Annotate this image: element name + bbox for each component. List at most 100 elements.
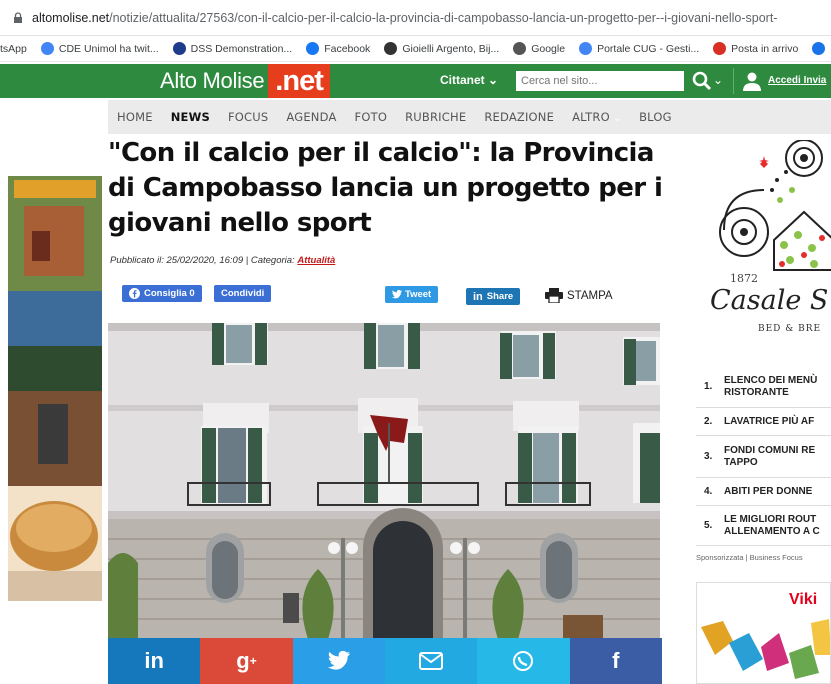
bookmark-label: Portale CUG - Gesti...	[597, 42, 700, 55]
email-share-icon[interactable]	[384, 638, 478, 684]
cittanet-menu[interactable]: Cittanet ⌄	[440, 73, 498, 87]
like-label: Consiglia	[144, 288, 187, 299]
nav-item-blog[interactable]: BLOG	[630, 100, 681, 134]
nav-item-redazione[interactable]: REDAZIONE	[475, 100, 563, 134]
logo-suffix: .net	[268, 64, 330, 98]
list-item-number: 1.	[704, 381, 713, 392]
bookmark-item[interactable]: Gioielli Argento, Bij...	[384, 42, 499, 55]
print-button[interactable]: STAMPA	[545, 288, 613, 303]
bookmark-item[interactable]: Posta in arrivo	[713, 42, 798, 55]
article-meta: Pubblicato il: 25/02/2020, 16:09 | Categ…	[110, 255, 335, 266]
facebook-like-button[interactable]: Consiglia 0	[122, 285, 202, 302]
nav-item-altro[interactable]: ALTRO	[563, 100, 619, 134]
list-item-number: 3.	[704, 451, 713, 462]
list-item-number: 5.	[704, 520, 713, 531]
nav-item-news[interactable]: NEWS	[162, 100, 219, 134]
list-item-line: ABITI PER DONNE	[724, 485, 813, 497]
ad-subtitle: BED & BRE	[758, 324, 822, 334]
list-item-label: FONDI COMUNI RE TAPPO	[724, 445, 815, 469]
bookmark-item[interactable]: Re	[812, 42, 831, 55]
like-count: 0	[189, 288, 195, 299]
left-ad-banner[interactable]	[8, 176, 102, 601]
facebook-share-button[interactable]: Condividi	[214, 285, 272, 302]
bookmark-label: Posta in arrivo	[731, 42, 799, 55]
sponsored-list: 1. ELENCO DEI MENÙ RISTORANTE 2. LAVATRICE P…	[696, 366, 831, 546]
search-icon[interactable]	[690, 70, 714, 92]
site-header: Alto Molise .net Cittanet ⌄ ⌄ Accedi Inv…	[0, 64, 831, 98]
twitter-icon	[392, 290, 402, 299]
bookmark-item[interactable]: tsApp	[0, 43, 27, 55]
list-item-label: ELENCO DEI MENÙ RISTORANTE	[724, 375, 817, 399]
article-photo[interactable]	[108, 323, 660, 639]
site-logo[interactable]: Alto Molise .net	[160, 64, 330, 98]
google-icon	[579, 42, 593, 55]
list-item-line: LE MIGLIORI ROUT	[724, 513, 817, 525]
tweet-label: Tweet	[405, 289, 432, 300]
whatsapp-share-icon[interactable]	[477, 638, 570, 684]
linkedin-icon: in	[473, 290, 483, 303]
bookmark-item[interactable]: DSS Demonstration...	[172, 42, 293, 55]
bookmark-label: Facebook	[324, 42, 371, 55]
linkedin-share-button[interactable]: in Share	[466, 288, 521, 305]
bookmark-label: DSS Demonstration...	[190, 42, 293, 55]
list-item[interactable]: 1. ELENCO DEI MENÙ RISTORANTE	[696, 366, 831, 408]
list-item-line: ALLENAMENTO A C	[724, 525, 820, 537]
list-item[interactable]: 3. FONDI COMUNI RE TAPPO	[696, 436, 831, 478]
tweet-button[interactable]: Tweet	[385, 286, 439, 303]
list-item-number: 2.	[704, 416, 713, 427]
bottom-ad-banner[interactable]: Viki	[696, 582, 831, 684]
bookmark-item[interactable]: Google	[513, 42, 565, 55]
nav-item-home[interactable]: HOME	[108, 100, 162, 134]
list-item-line: LAVATRICE PIÙ AF	[724, 415, 815, 427]
cittanet-label: Cittanet	[440, 73, 485, 87]
lock-icon	[14, 11, 22, 23]
twitter-share-icon[interactable]	[292, 638, 385, 684]
category-link[interactable]: Attualità	[297, 255, 335, 266]
search-dropdown-icon[interactable]: ⌄	[713, 73, 723, 87]
dss-icon	[172, 42, 186, 55]
bookmark-label: CDE Unimol ha twit...	[58, 42, 159, 55]
address-bar[interactable]: altomolise.net/notizie/attualita/27563/c…	[0, 0, 831, 36]
facebook-share-icon[interactable]: f	[569, 638, 662, 684]
user-icon[interactable]	[741, 70, 763, 92]
bookmark-label: Gioielli Argento, Bij...	[402, 42, 500, 55]
register-label: Invia	[803, 75, 827, 86]
login-label: Accedi	[768, 75, 801, 86]
list-item[interactable]: 2. LAVATRICE PIÙ AF	[696, 408, 831, 436]
bookmarks-bar: tsApp CDE Unimol ha twit... DSS Demonstrat…	[0, 36, 831, 62]
chevron-down-icon: ⌄	[488, 73, 499, 87]
googleplus-share-icon[interactable]: g +	[200, 638, 293, 684]
page: altomolise.net/notizie/attualita/27563/c…	[0, 0, 831, 684]
main-nav: HOME NEWS FOCUS AGENDA FOTO RUBRICHE REDAZIONE…	[108, 100, 831, 134]
share-label: Condividi	[221, 288, 265, 299]
url-path: /notizie/attualita/27563/con-il-calcio-p…	[109, 10, 778, 25]
article-title: "Con il calcio per il calcio": la Provin…	[108, 138, 663, 238]
search-input[interactable]	[516, 71, 684, 91]
logo-text: Alto Molise	[160, 68, 265, 93]
list-item-label: LAVATRICE PIÙ AF	[724, 416, 814, 428]
bookmark-label: tsApp	[0, 42, 27, 55]
nav-item-rubriche[interactable]: RUBRICHE	[396, 100, 475, 134]
linkedin-share-label: Share	[486, 291, 514, 302]
facebook-icon	[306, 42, 320, 55]
bookmark-item[interactable]: Facebook	[306, 42, 370, 55]
nav-item-foto[interactable]: FOTO	[346, 100, 397, 134]
list-item[interactable]: 5. LE MIGLIORI ROUT ALLENAMENTO A C	[696, 506, 831, 546]
bookmark-item[interactable]: Portale CUG - Gesti...	[579, 42, 699, 55]
list-item-label: ABITI PER DONNE	[724, 486, 812, 498]
facebook-icon	[129, 288, 140, 299]
list-item-label: LE MIGLIORI ROUT ALLENAMENTO A C	[724, 514, 820, 538]
bookmark-item[interactable]: CDE Unimol ha twit...	[40, 42, 159, 55]
linkedin-share-icon[interactable]: in	[108, 638, 201, 684]
list-item-line: RISTORANTE	[724, 386, 789, 398]
nav-item-agenda[interactable]: AGENDA	[277, 100, 345, 134]
list-item[interactable]: 4. ABITI PER DONNE	[696, 478, 831, 506]
nav-item-focus[interactable]: FOCUS	[219, 100, 277, 134]
bookmark-icon	[812, 42, 826, 55]
ad-title: Casale S	[710, 285, 829, 316]
print-label: STAMPA	[567, 289, 613, 302]
bottom-ad-graphic	[701, 619, 830, 679]
login-link[interactable]: Accedi Invia	[768, 75, 826, 86]
list-item-line: FONDI COMUNI RE	[724, 444, 816, 456]
list-item-line: TAPPO	[724, 456, 758, 468]
